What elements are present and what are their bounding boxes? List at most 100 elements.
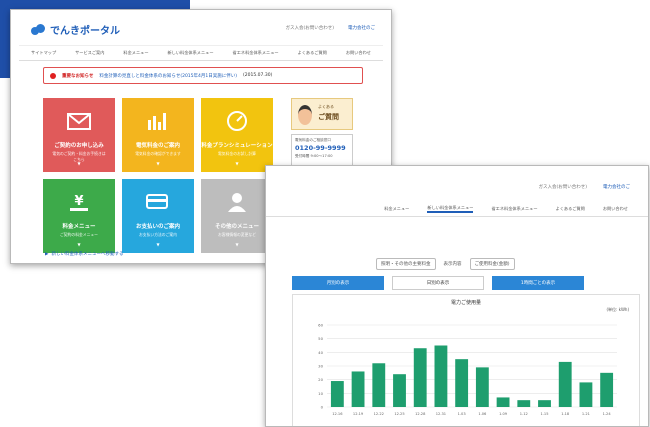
- nav-item[interactable]: お問い合わせ: [603, 206, 628, 212]
- display-select[interactable]: ご使用料金(金額): [469, 258, 515, 270]
- tile-desc: お支払い方法のご案内: [139, 232, 177, 237]
- global-nav: 料金メニュー 新しい料金体系メニュー 省エネ料金体系メニュー よくあるご質問 お…: [266, 202, 648, 217]
- x-tick-label: 12.22: [374, 412, 384, 416]
- tile-title: 料金メニュー: [62, 224, 96, 230]
- x-tick-label: 1.03: [458, 412, 466, 416]
- x-tick-label: 1.12: [520, 412, 528, 416]
- chart-bar[interactable]: [351, 371, 365, 407]
- chart-bar[interactable]: [330, 381, 344, 407]
- tab-daily[interactable]: 日別の表示: [392, 276, 484, 290]
- x-tick-label: 1.15: [540, 412, 548, 416]
- header-link[interactable]: 電力会社のご: [348, 25, 375, 31]
- nav-item[interactable]: 料金メニュー: [123, 50, 148, 56]
- tile-title: 料金プランシミュレーション: [201, 143, 273, 149]
- tile-rates[interactable]: 電気料金のご案内 電気料金の確認ができます ▼: [122, 98, 194, 172]
- tile-arrow: ▼: [235, 242, 239, 247]
- site-name: でんきポータル: [50, 26, 120, 37]
- chart-bar[interactable]: [579, 382, 593, 407]
- tile-title: お支払いのご案内: [135, 224, 180, 230]
- chart-bar[interactable]: [434, 345, 448, 408]
- faq-banner[interactable]: よくある ご質問: [291, 98, 353, 130]
- y-tick-label: 20: [318, 377, 323, 382]
- footer-link[interactable]: ▶ 新しい料金体系メニューへ移動する: [45, 251, 123, 258]
- faq-label-big: ご質問: [318, 113, 339, 121]
- chart-unit: (単位: kWh): [606, 307, 629, 312]
- tile-desc: お客様情報の変更など: [218, 232, 256, 237]
- x-tick-label: 12.19: [353, 412, 364, 416]
- tile-desc: ご契約の料金メニュー: [60, 232, 98, 237]
- alert-icon: [50, 72, 56, 79]
- site-logo[interactable]: でんきポータル: [31, 22, 120, 37]
- chart-bar[interactable]: [413, 348, 427, 407]
- tile-arrow: ▼: [77, 242, 81, 247]
- nav-item[interactable]: お問い合わせ: [346, 50, 371, 56]
- nav-item[interactable]: 省エネ料金体系メニュー: [491, 206, 537, 212]
- x-tick-label: 1.06: [478, 412, 487, 416]
- nav-item[interactable]: サイトマップ: [31, 50, 56, 56]
- notice-link[interactable]: 料金計算の見直しと料金体系のお知らせ(2015年4月1日実施に伴い): [99, 73, 237, 79]
- y-tick-label: 60: [318, 323, 323, 328]
- user-icon: [228, 193, 246, 212]
- y-tick-label: 40: [318, 350, 323, 355]
- header-link[interactable]: ガス入会(お問い合わせ): [285, 25, 334, 31]
- nav-item[interactable]: よくあるご質問: [298, 50, 327, 56]
- nav-item[interactable]: よくあるご質問: [556, 206, 585, 212]
- important-notice[interactable]: 重要なお知らせ 料金計算の見直しと料金体系のお知らせ(2015年4月1日実施に伴…: [43, 67, 363, 84]
- menu-tiles: ご契約のお申し込み 電気のご契約・料金お手続きはこちら ▼ 電気料金のご案内 電…: [43, 98, 273, 253]
- y-tick-label: 50: [318, 336, 323, 341]
- chart-bar[interactable]: [372, 363, 386, 407]
- tab-monthly[interactable]: 月別の表示: [292, 276, 384, 290]
- header-links: ガス入会(お問い合わせ) 電力会社のご: [285, 25, 375, 31]
- tile-simulation[interactable]: 料金プランシミュレーション 電気料金のお試し計算 ▼: [201, 98, 273, 172]
- x-tick-label: 1.18: [561, 412, 570, 416]
- phone-hours: 受付時間 9:00〜17:00: [295, 154, 333, 158]
- tile-desc: 電気料金の確認ができます: [135, 151, 181, 156]
- y-tick-label: 10: [318, 391, 323, 396]
- svg-text:¥: ¥: [74, 194, 83, 209]
- chart-bar[interactable]: [455, 359, 469, 407]
- nav-item[interactable]: サービスご案内: [75, 50, 104, 56]
- tile-arrow: ▼: [156, 242, 160, 247]
- credit-card-icon: [146, 194, 168, 209]
- tile-title: その他のメニュー: [214, 224, 259, 230]
- chart-bar[interactable]: [517, 400, 531, 407]
- bar-chart: 0 10 20 30 40 50 60 12.16 12.19 12.22 12.25 12.28 12…: [318, 323, 617, 416]
- yen-hand-icon: ¥: [70, 194, 88, 211]
- chart-bar[interactable]: [475, 367, 489, 407]
- faq-label-small: よくある: [318, 104, 334, 109]
- x-tick-label: 1.09: [499, 412, 508, 416]
- nav-item[interactable]: 料金メニュー: [384, 206, 409, 212]
- nav-item[interactable]: 省エネ料金体系メニュー: [233, 50, 279, 56]
- operator-avatar: [298, 105, 312, 125]
- chart-bar[interactable]: [393, 374, 406, 407]
- chart-bar[interactable]: [600, 372, 614, 407]
- tile-application[interactable]: ご契約のお申し込み 電気のご契約・料金お手続きはこちら ▼: [43, 98, 115, 172]
- nav-item[interactable]: 新しい料金体系メニュー: [167, 50, 213, 56]
- period-tabs: 月別の表示 日別の表示 1時間ごとの表示: [292, 276, 584, 290]
- chart-bar[interactable]: [558, 361, 572, 407]
- header-links: ガス入会(お問い合わせ) 電力会社のご: [538, 184, 630, 190]
- tab-hourly[interactable]: 1時間ごとの表示: [492, 276, 584, 290]
- y-tick-label: 30: [318, 364, 323, 369]
- category-select[interactable]: 照明・その他の主要料金: [376, 258, 436, 270]
- tile-arrow: ▼: [156, 161, 160, 166]
- tile-desc: 電気料金のお試し計算: [218, 151, 256, 156]
- chart-bar[interactable]: [538, 400, 551, 407]
- phone-label: 電気料金のご相談窓口: [295, 138, 331, 142]
- nav-item-active[interactable]: 新しい料金体系メニュー: [427, 205, 474, 213]
- global-nav: サイトマップ サービスご案内 料金メニュー 新しい料金体系メニュー 省エネ料金体…: [19, 45, 383, 61]
- envelope-icon: [67, 113, 91, 130]
- notice-title: 重要なお知らせ: [62, 73, 94, 79]
- chart-bar[interactable]: [496, 397, 510, 407]
- x-tick-label: 12.16: [332, 412, 343, 416]
- tile-other[interactable]: その他のメニュー お客様情報の変更など ▼: [201, 179, 273, 253]
- chart-title: 電力ご使用量: [450, 300, 481, 306]
- x-tick-label: 1.24: [603, 412, 612, 416]
- header-link[interactable]: ガス入会(お問い合わせ): [538, 184, 587, 190]
- tile-menu[interactable]: ¥ 料金メニュー ご契約の料金メニュー ▼: [43, 179, 115, 253]
- header-link[interactable]: 電力会社のご: [603, 184, 630, 190]
- phone-number[interactable]: 0120-99-9999: [295, 144, 349, 152]
- tile-payment[interactable]: お支払いのご案内 お支払い方法のご案内 ▼: [122, 179, 194, 253]
- y-tick-label: 0: [321, 405, 324, 410]
- x-tick-label: 12.28: [415, 412, 426, 416]
